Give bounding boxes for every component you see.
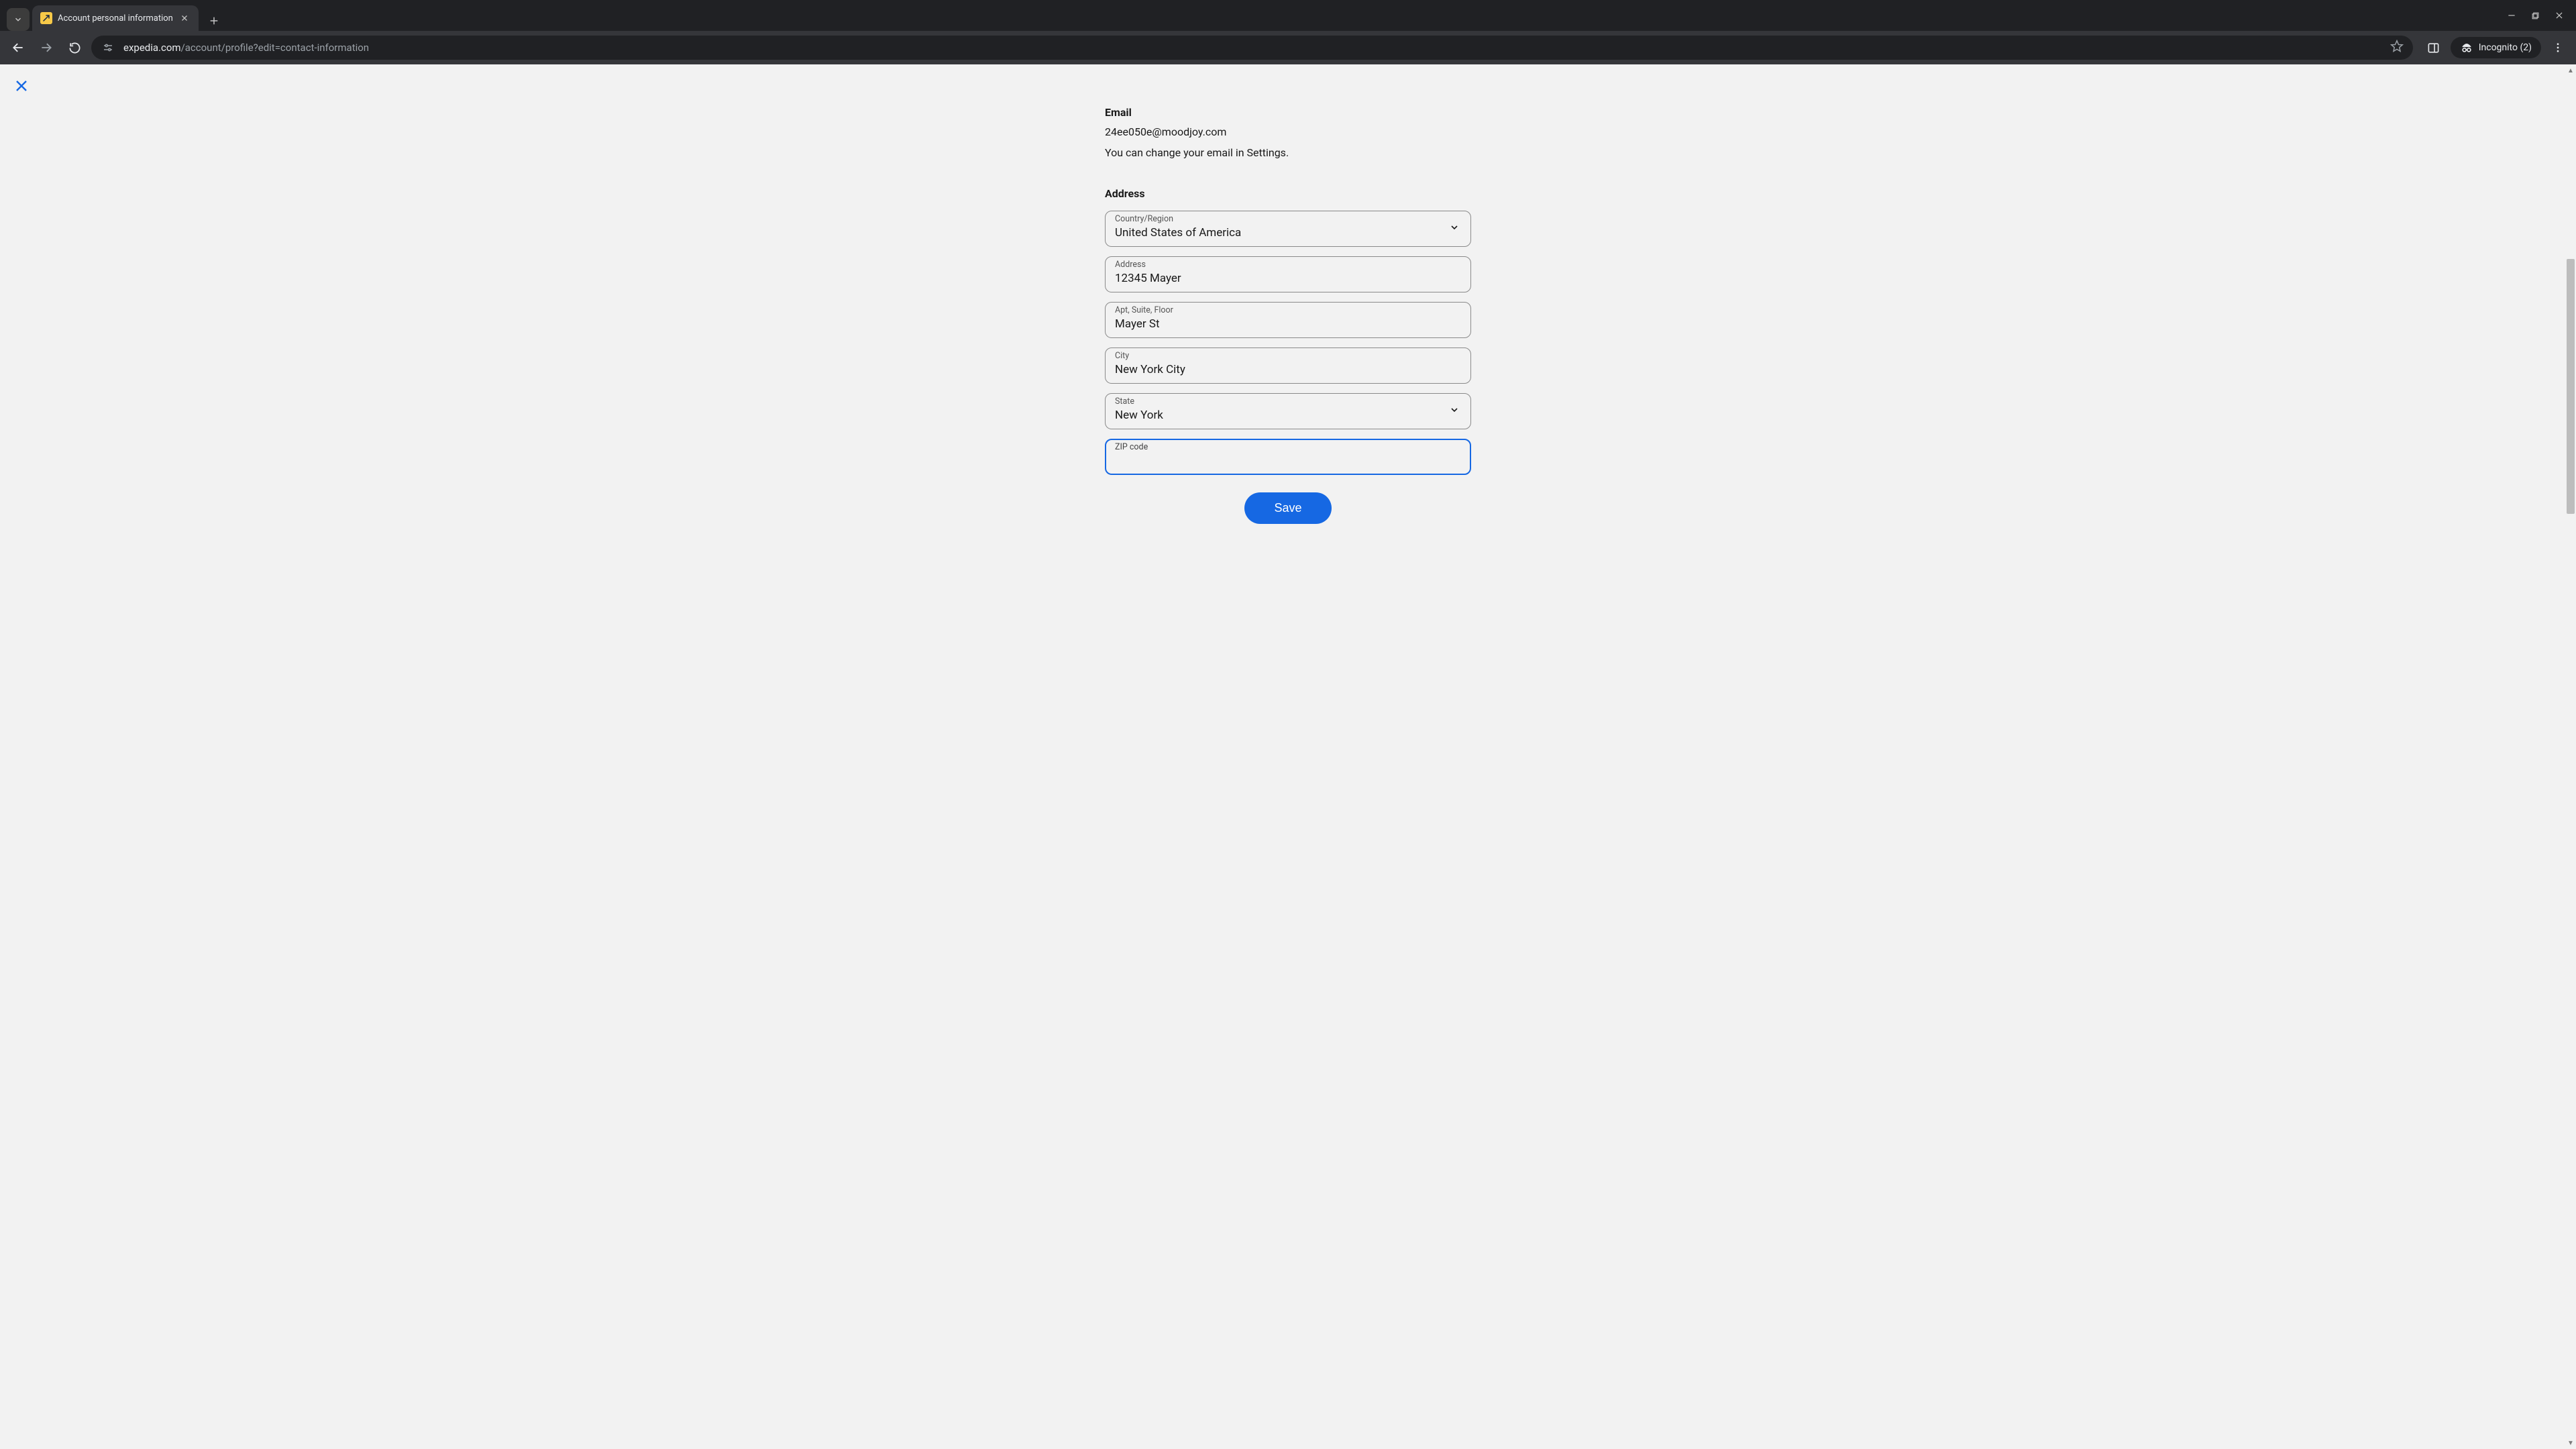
tab-title: Account personal information bbox=[58, 13, 173, 23]
country-region-value: United States of America bbox=[1115, 225, 1441, 241]
city-field[interactable]: City bbox=[1105, 347, 1471, 384]
save-button[interactable]: Save bbox=[1244, 492, 1331, 524]
chevron-down-icon bbox=[1449, 405, 1460, 418]
page-viewport: Email 24ee050e@moodjoy.com You can chang… bbox=[0, 64, 2576, 1449]
window-close-button[interactable] bbox=[2555, 11, 2564, 20]
incognito-label: Incognito (2) bbox=[2479, 42, 2532, 53]
city-label: City bbox=[1115, 352, 1461, 361]
browser-titlebar: Account personal information bbox=[0, 0, 2576, 31]
country-region-label: Country/Region bbox=[1115, 215, 1441, 224]
address-label: Address bbox=[1115, 261, 1461, 270]
country-region-select[interactable]: Country/Region United States of America bbox=[1105, 211, 1471, 247]
window-maximize-button[interactable] bbox=[2531, 11, 2540, 20]
incognito-indicator[interactable]: Incognito (2) bbox=[2451, 37, 2541, 58]
close-icon bbox=[13, 78, 30, 94]
maximize-icon bbox=[2531, 11, 2540, 20]
state-select[interactable]: State New York bbox=[1105, 393, 1471, 429]
scroll-thumb[interactable] bbox=[2567, 259, 2575, 514]
browser-menu-button[interactable] bbox=[2546, 36, 2569, 59]
city-input[interactable] bbox=[1115, 362, 1461, 378]
nav-forward-button[interactable] bbox=[35, 36, 58, 59]
scroll-down-arrow[interactable]: ▼ bbox=[2565, 1437, 2576, 1449]
minimize-icon bbox=[2507, 11, 2516, 20]
close-modal-button[interactable] bbox=[12, 76, 31, 95]
chevron-down-icon bbox=[13, 15, 23, 24]
incognito-icon bbox=[2460, 41, 2473, 54]
star-icon bbox=[2390, 40, 2404, 53]
url-text: expedia.com/account/profile?edit=contact… bbox=[123, 42, 2382, 54]
zip-code-field[interactable]: ZIP code bbox=[1105, 439, 1471, 475]
browser-toolbar: expedia.com/account/profile?edit=contact… bbox=[0, 31, 2576, 64]
kebab-icon bbox=[2552, 42, 2564, 54]
vertical-scrollbar[interactable]: ▲ ▼ bbox=[2565, 64, 2576, 1449]
zip-code-input[interactable] bbox=[1115, 453, 1461, 470]
expedia-favicon bbox=[40, 12, 52, 24]
apt-suite-floor-label: Apt, Suite, Floor bbox=[1115, 307, 1461, 315]
nav-back-button[interactable] bbox=[7, 36, 30, 59]
new-tab-button[interactable] bbox=[204, 11, 224, 31]
tune-icon bbox=[102, 42, 114, 54]
chevron-down-icon bbox=[1449, 222, 1460, 235]
email-value: 24ee050e@moodjoy.com bbox=[1105, 125, 1471, 138]
address-bar[interactable]: expedia.com/account/profile?edit=contact… bbox=[91, 36, 2413, 60]
apt-suite-floor-field[interactable]: Apt, Suite, Floor bbox=[1105, 302, 1471, 338]
window-minimize-button[interactable] bbox=[2507, 11, 2516, 20]
reload-icon bbox=[68, 42, 81, 54]
state-label: State bbox=[1115, 398, 1441, 407]
zip-code-label: ZIP code bbox=[1115, 443, 1461, 452]
side-panel-button[interactable] bbox=[2422, 36, 2445, 59]
address-section-label: Address bbox=[1105, 187, 1471, 200]
arrow-right-icon bbox=[40, 41, 53, 54]
arrow-left-icon bbox=[11, 41, 25, 54]
scroll-up-arrow[interactable]: ▲ bbox=[2565, 64, 2576, 76]
email-section-label: Email bbox=[1105, 106, 1471, 119]
email-hint: You can change your email in Settings. bbox=[1105, 146, 1471, 159]
address-field[interactable]: Address bbox=[1105, 256, 1471, 292]
tab-close-button[interactable] bbox=[178, 12, 191, 24]
tab-search-button[interactable] bbox=[7, 8, 30, 31]
state-value: New York bbox=[1115, 408, 1441, 424]
address-input[interactable] bbox=[1115, 271, 1461, 287]
close-icon bbox=[2555, 11, 2564, 20]
url-domain: expedia.com bbox=[123, 42, 181, 54]
close-icon bbox=[180, 14, 189, 22]
apt-suite-floor-input[interactable] bbox=[1115, 317, 1461, 333]
bookmark-button[interactable] bbox=[2390, 40, 2404, 56]
panel-icon bbox=[2427, 42, 2440, 54]
site-settings-button[interactable] bbox=[101, 40, 115, 55]
url-path: /account/profile?edit=contact-informatio… bbox=[181, 42, 370, 54]
nav-reload-button[interactable] bbox=[63, 36, 86, 59]
contact-info-form: Email 24ee050e@moodjoy.com You can chang… bbox=[1105, 64, 1471, 524]
plus-icon bbox=[209, 15, 219, 26]
browser-tab[interactable]: Account personal information bbox=[32, 5, 199, 31]
